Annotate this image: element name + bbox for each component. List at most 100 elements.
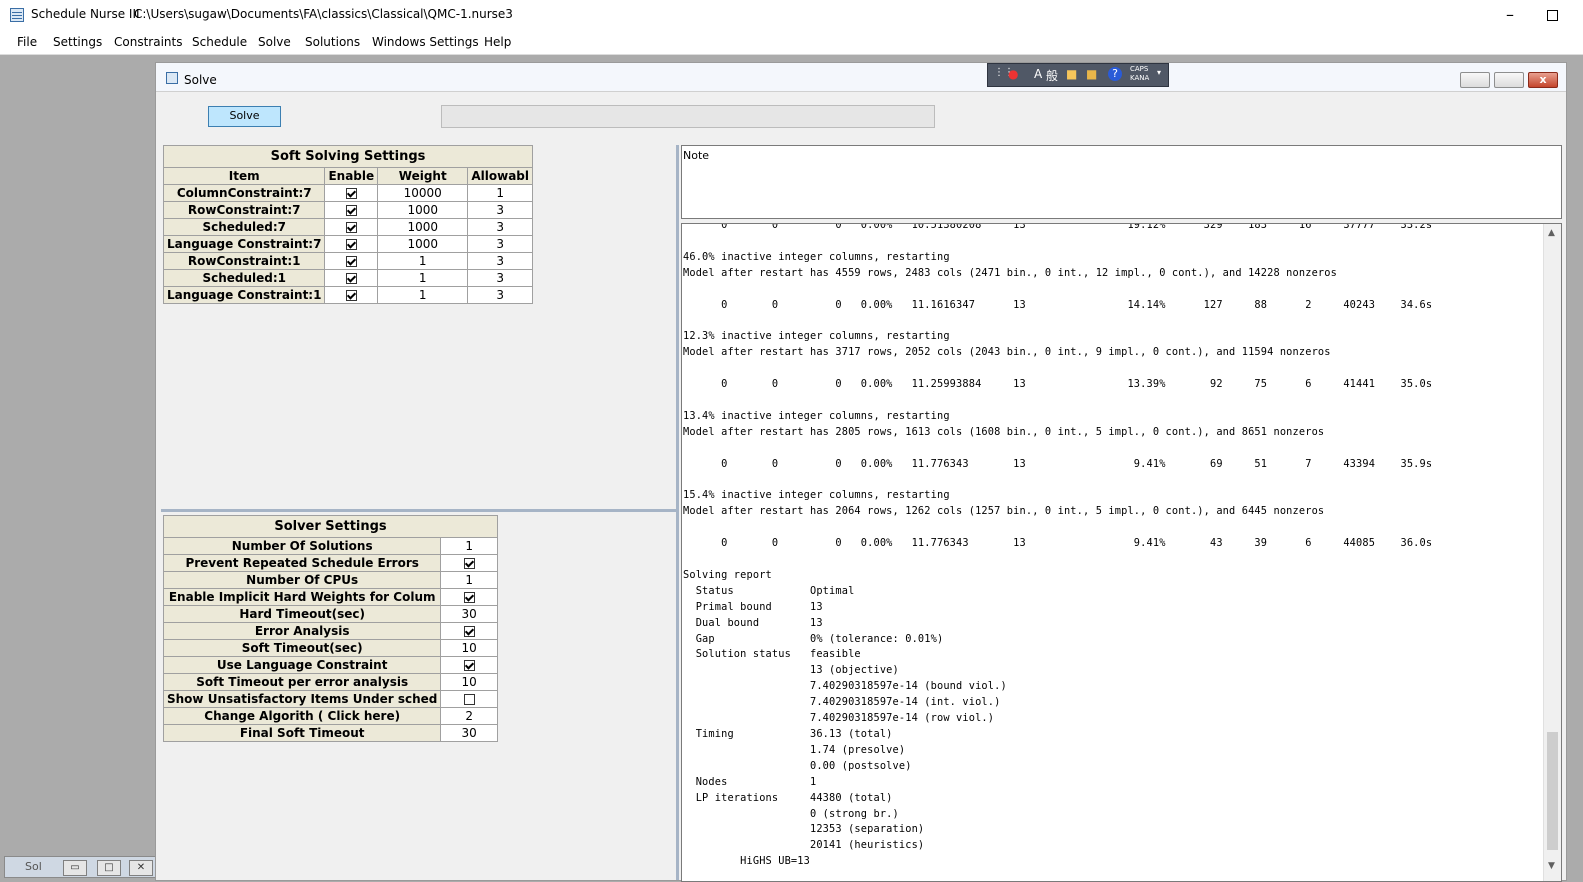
weight-cell[interactable]: 1000 bbox=[377, 218, 469, 236]
setting-value-cell[interactable]: 1 bbox=[440, 571, 498, 589]
setting-value-cell[interactable]: 30 bbox=[440, 724, 498, 742]
soft-solving-table: Soft Solving Settings Item Enable Weight… bbox=[162, 145, 533, 304]
setting-label: Error Analysis bbox=[162, 622, 442, 640]
setting-checkbox[interactable] bbox=[463, 558, 475, 569]
column-header-enable: Enable bbox=[324, 167, 379, 185]
solver-setting-row: Hard Timeout(sec) 30 bbox=[162, 605, 498, 623]
child-minimize-button[interactable] bbox=[1460, 72, 1490, 88]
solver-setting-row: Final Soft Timeout 30 bbox=[162, 724, 498, 742]
solver-setting-row: Soft Timeout(sec) 10 bbox=[162, 639, 498, 657]
soft-setting-row: ColumnConstraint:7 10000 1 bbox=[162, 184, 533, 202]
close-button[interactable]: ✕ bbox=[129, 860, 153, 876]
soft-item-label: RowConstraint:7 bbox=[162, 201, 326, 219]
scrollbar-thumb[interactable] bbox=[1547, 732, 1558, 850]
weight-cell[interactable]: 10000 bbox=[377, 184, 469, 202]
enable-checkbox[interactable] bbox=[345, 273, 357, 284]
setting-label: Number Of CPUs bbox=[162, 571, 442, 589]
vertical-splitter[interactable] bbox=[676, 145, 679, 880]
enable-checkbox[interactable] bbox=[345, 290, 357, 301]
help-icon[interactable]: ? bbox=[1108, 67, 1122, 81]
soft-solving-title: Soft Solving Settings bbox=[163, 145, 533, 168]
soft-setting-row: Scheduled:1 1 3 bbox=[162, 269, 533, 287]
allowable-cell[interactable]: 1 bbox=[467, 184, 533, 202]
ime-icon[interactable]: ● bbox=[1008, 67, 1018, 81]
log-scrollbar[interactable]: ▲ ▼ bbox=[1543, 224, 1561, 881]
allowable-cell[interactable]: 3 bbox=[467, 201, 533, 219]
setting-checkbox[interactable] bbox=[463, 694, 475, 705]
menu-windows-settings[interactable]: Windows Settings bbox=[372, 35, 479, 49]
file-path: C:\Users\sugaw\Documents\FA\classics\Cla… bbox=[134, 7, 513, 21]
kanji-mode-icon[interactable]: 般 bbox=[1046, 67, 1058, 84]
enable-checkbox[interactable] bbox=[345, 239, 357, 250]
menu-help[interactable]: Help bbox=[484, 35, 511, 49]
weight-cell[interactable]: 1000 bbox=[377, 235, 469, 253]
setting-value-cell bbox=[440, 554, 498, 572]
solver-log-panel[interactable]: 0 0 0 0.00% 10.51380208 13 19.12% 329 18… bbox=[681, 223, 1562, 882]
enable-checkbox[interactable] bbox=[345, 188, 357, 199]
allowable-cell[interactable]: 3 bbox=[467, 286, 533, 304]
maximize-button[interactable] bbox=[1540, 4, 1564, 26]
allowable-cell[interactable]: 3 bbox=[467, 269, 533, 287]
soft-setting-row: Language Constraint:7 1000 3 bbox=[162, 235, 533, 253]
weight-cell[interactable]: 1000 bbox=[377, 201, 469, 219]
setting-label: Prevent Repeated Schedule Errors bbox=[162, 554, 442, 572]
child-restore-button[interactable] bbox=[1494, 72, 1524, 88]
setting-label: Use Language Constraint bbox=[162, 656, 442, 674]
solve-button[interactable]: Solve bbox=[208, 106, 281, 127]
solve-window: Solve ⋮⋮ ● A 般 ■ ■ ? CAPS KANA ▾ x Solve… bbox=[155, 62, 1567, 882]
setting-label: Change Algorith ( Click here) bbox=[162, 707, 442, 725]
minimized-window[interactable]: Sol ▭ □ ✕ bbox=[4, 856, 156, 878]
weight-cell[interactable]: 1 bbox=[377, 269, 469, 287]
scroll-down-icon[interactable]: ▼ bbox=[1548, 861, 1555, 871]
enable-cell bbox=[324, 235, 379, 253]
setting-value-cell[interactable]: 10 bbox=[440, 673, 498, 691]
menu-solve[interactable]: Solve bbox=[258, 35, 291, 49]
setting-value-cell[interactable]: 1 bbox=[440, 537, 498, 555]
allowable-cell[interactable]: 3 bbox=[467, 252, 533, 270]
setting-checkbox[interactable] bbox=[463, 592, 475, 603]
setting-value-cell[interactable]: 2 bbox=[440, 707, 498, 725]
ime-menu-icon[interactable]: ▾ bbox=[1157, 68, 1161, 77]
weight-cell[interactable]: 1 bbox=[377, 252, 469, 270]
setting-value-cell bbox=[440, 656, 498, 674]
solver-setting-row: Number Of CPUs 1 bbox=[162, 571, 498, 589]
setting-value-cell[interactable]: 10 bbox=[440, 639, 498, 657]
ime-toolbar: ⋮⋮ ● A 般 ■ ■ ? CAPS KANA ▾ bbox=[987, 63, 1169, 87]
restore-button[interactable]: ▭ bbox=[63, 860, 87, 876]
enable-checkbox[interactable] bbox=[345, 222, 357, 233]
enable-cell bbox=[324, 218, 379, 236]
maximize-button[interactable]: □ bbox=[97, 860, 121, 876]
setting-checkbox[interactable] bbox=[463, 660, 475, 671]
app-title: Schedule Nurse III bbox=[31, 7, 140, 21]
menu-solutions[interactable]: Solutions bbox=[305, 35, 360, 49]
child-close-button[interactable]: x bbox=[1528, 72, 1558, 88]
input-mode-icon[interactable]: A bbox=[1034, 67, 1042, 81]
menu-file[interactable]: File bbox=[17, 35, 37, 49]
note-area[interactable]: Note bbox=[681, 145, 1562, 219]
setting-label: Enable Implicit Hard Weights for Colum bbox=[162, 588, 442, 606]
menu-settings[interactable]: Settings bbox=[53, 35, 102, 49]
menu-constraints[interactable]: Constraints bbox=[114, 35, 182, 49]
column-header-allowable: Allowabl bbox=[467, 167, 533, 185]
menu-schedule[interactable]: Schedule bbox=[192, 35, 247, 49]
caps-indicator: CAPS bbox=[1130, 65, 1149, 73]
scroll-up-icon[interactable]: ▲ bbox=[1548, 228, 1555, 238]
allowable-cell[interactable]: 3 bbox=[467, 235, 533, 253]
setting-label: Hard Timeout(sec) bbox=[162, 605, 442, 623]
dictionary-icon[interactable]: ■ bbox=[1066, 67, 1077, 81]
tools-icon[interactable]: ■ bbox=[1086, 67, 1097, 81]
allowable-cell[interactable]: 3 bbox=[467, 218, 533, 236]
setting-value-cell[interactable]: 30 bbox=[440, 605, 498, 623]
minimize-button[interactable]: – bbox=[1498, 4, 1522, 26]
solver-setting-row: Change Algorith ( Click here) 2 bbox=[162, 707, 498, 725]
app-titlebar: Schedule Nurse III C:\Users\sugaw\Docume… bbox=[0, 0, 1583, 31]
solver-settings-table: Solver Settings Number Of Solutions 1 Prev… bbox=[162, 515, 498, 742]
horizontal-splitter[interactable] bbox=[161, 509, 676, 512]
enable-checkbox[interactable] bbox=[345, 256, 357, 267]
solver-settings-title: Solver Settings bbox=[163, 515, 498, 538]
enable-checkbox[interactable] bbox=[345, 205, 357, 216]
setting-checkbox[interactable] bbox=[463, 626, 475, 637]
weight-cell[interactable]: 1 bbox=[377, 286, 469, 304]
minimized-window-title: Sol bbox=[25, 860, 42, 873]
solver-setting-row: Number Of Solutions 1 bbox=[162, 537, 498, 555]
